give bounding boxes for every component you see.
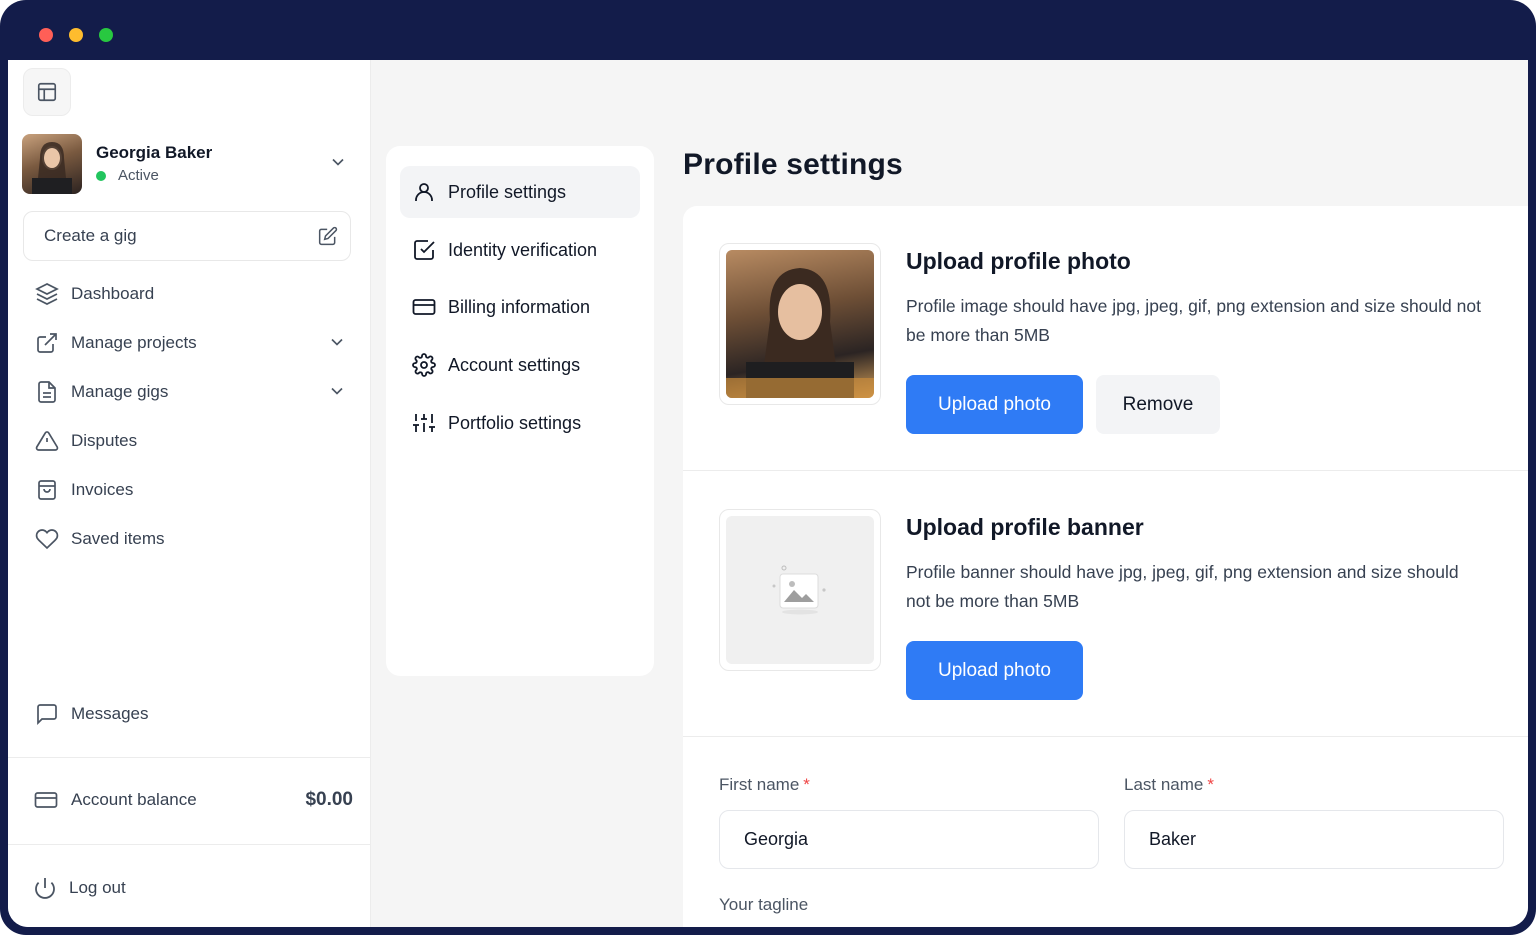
page-title: Profile settings (683, 148, 903, 181)
required-mark: * (1207, 775, 1215, 794)
profile-banner-section: Upload profile banner Profile banner sho… (683, 472, 1528, 737)
account-balance-label: Account balance (71, 790, 197, 809)
window-titlebar (0, 0, 1536, 60)
last-name-field[interactable] (1124, 810, 1504, 869)
create-gig-label: Create a gig (44, 226, 137, 245)
tagline-label: Your tagline (719, 895, 809, 914)
sidebar-item-messages[interactable]: Messages (23, 689, 351, 738)
sidebar-item-label: Disputes (71, 430, 138, 450)
settings-tab-label: Profile settings (448, 181, 567, 202)
settings-tab-label: Identity verification (448, 239, 598, 260)
account-balance[interactable]: Account balance $0.00 (23, 776, 353, 824)
sidebar: Georgia Baker Active Create a gig Dashbo… (8, 60, 371, 927)
settings-tab-profile[interactable]: Profile settings (400, 166, 640, 218)
gear-icon (412, 353, 436, 377)
credit-card-icon (412, 299, 436, 315)
sidebar-item-label: Dashboard (71, 283, 155, 303)
profile-photo-image (726, 250, 874, 398)
external-link-icon (37, 332, 57, 353)
sidebar-item-disputes[interactable]: Disputes (23, 416, 351, 465)
chevron-down-icon (331, 387, 343, 395)
sliders-icon (413, 414, 435, 432)
create-gig-button[interactable]: Create a gig (23, 211, 351, 261)
settings-tab-label: Account settings (448, 354, 581, 375)
first-name-label: First name * (719, 775, 810, 794)
sidebar-item-label: Messages (71, 703, 149, 723)
checkbox-icon (414, 240, 435, 260)
settings-nav: Profile settings Identity verification B… (386, 146, 654, 676)
sidebar-item-manage-projects[interactable]: Manage projects (23, 318, 351, 367)
document-icon (38, 380, 56, 403)
first-name-field[interactable] (719, 810, 1099, 869)
edit-icon (318, 226, 338, 246)
logout-label: Log out (69, 878, 126, 897)
upload-photo-button[interactable]: Upload photo (906, 375, 1083, 434)
chevron-down-icon (332, 158, 344, 166)
settings-tab-billing[interactable]: Billing information (400, 281, 640, 333)
user-status: Active (96, 167, 159, 184)
avatar (22, 134, 82, 194)
sidebar-item-invoices[interactable]: Invoices (23, 465, 351, 514)
sidebar-item-label: Manage projects (71, 332, 197, 352)
sidebar-item-manage-gigs[interactable]: Manage gigs (23, 367, 351, 416)
sidebar-toggle-button[interactable] (23, 68, 71, 116)
layout-icon (37, 82, 57, 102)
section-title: Upload profile banner (906, 514, 1144, 540)
settings-tab-label: Billing information (448, 296, 591, 317)
upload-banner-button[interactable]: Upload photo (906, 641, 1083, 700)
warning-icon (35, 430, 59, 451)
account-balance-amount: $0.00 (305, 789, 353, 810)
power-icon (35, 878, 55, 899)
settings-tab-portfolio[interactable]: Portfolio settings (400, 397, 640, 449)
sidebar-divider (8, 844, 371, 845)
settings-tab-identity-verification[interactable]: Identity verification (400, 224, 640, 276)
user-icon (415, 183, 433, 201)
user-menu[interactable]: Georgia Baker Active (22, 134, 352, 194)
profile-form: First name* Last name* Your tagline (683, 737, 1528, 927)
section-description: Profile image should have jpg, jpeg, gif… (906, 296, 1481, 345)
banner-placeholder (726, 516, 874, 664)
status-dot-icon (96, 170, 106, 181)
section-description: Profile banner should have jpg, jpeg, gi… (906, 562, 1459, 611)
sidebar-item-dashboard[interactable]: Dashboard (23, 269, 351, 318)
app-frame: Georgia Baker Active Create a gig Dashbo… (0, 0, 1536, 935)
remove-photo-button[interactable]: Remove (1096, 375, 1220, 434)
message-icon (37, 703, 57, 725)
user-name: Georgia Baker (96, 143, 213, 162)
shopping-bag-icon (38, 479, 56, 500)
maximize-window-button[interactable] (99, 28, 113, 42)
sidebar-item-saved-items[interactable]: Saved items (23, 514, 351, 563)
logout-button[interactable]: Log out (23, 864, 351, 912)
settings-tab-label: Portfolio settings (448, 412, 582, 433)
sidebar-item-label: Invoices (71, 479, 134, 499)
sidebar-nav: Dashboard Manage projects Manage gigs Di… (23, 269, 351, 563)
profile-banner-preview (719, 509, 881, 671)
user-status-label: Active (118, 167, 159, 184)
chevron-down-icon (331, 338, 343, 346)
profile-settings-card: Upload profile photo Profile image shoul… (683, 206, 1528, 927)
layers-icon (35, 282, 59, 305)
sidebar-messages: Messages (23, 689, 351, 738)
image-placeholder-icon (772, 565, 826, 615)
sidebar-item-label: Saved items (71, 528, 165, 548)
credit-card-icon (34, 792, 58, 808)
sidebar-divider (8, 757, 371, 758)
required-mark: * (803, 775, 810, 794)
minimize-window-button[interactable] (69, 28, 83, 42)
profile-photo-section: Upload profile photo Profile image shoul… (683, 206, 1528, 471)
sidebar-item-label: Manage gigs (71, 381, 169, 401)
heart-icon (35, 528, 59, 549)
close-window-button[interactable] (39, 28, 53, 42)
profile-photo-preview (719, 243, 881, 405)
settings-tab-account[interactable]: Account settings (400, 339, 640, 391)
section-title: Upload profile photo (906, 248, 1131, 274)
last-name-label: Last name * (1124, 775, 1215, 794)
app-window: Georgia Baker Active Create a gig Dashbo… (8, 60, 1528, 927)
